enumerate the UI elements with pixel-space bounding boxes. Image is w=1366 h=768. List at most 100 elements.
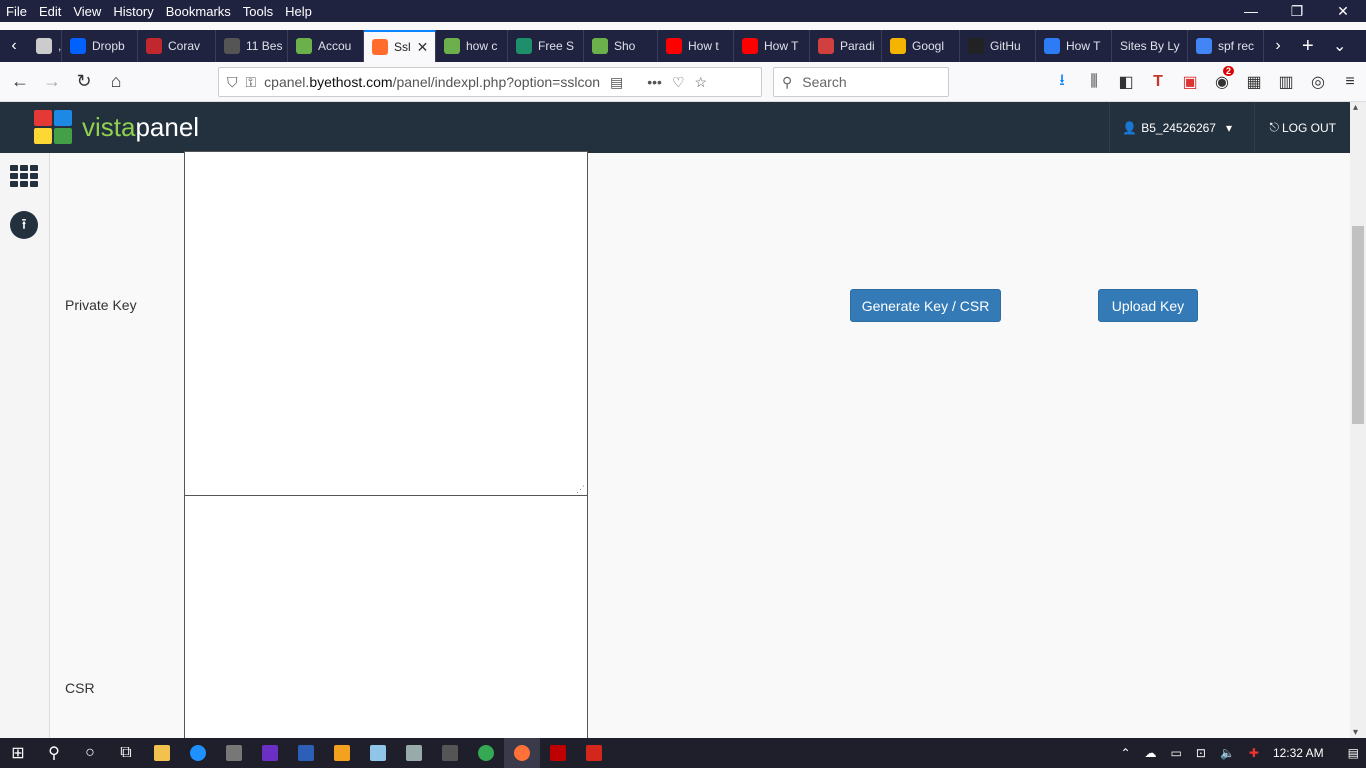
insecure-lock-icon[interactable]: ⚿ [246,74,257,91]
tab-close-icon[interactable]: ✕ [417,39,429,56]
sidebar-icon[interactable]: ◧ [1110,72,1142,92]
close-window-button[interactable]: ✕ [1320,0,1366,22]
battery-icon[interactable]: ▭ [1164,746,1189,760]
tab[interactable]: How T [1036,30,1112,62]
tab[interactable]: how c [436,30,508,62]
vistapanel-logo[interactable]: vistapanel [34,110,199,144]
library-icon[interactable]: ⫼ [1078,73,1110,91]
reload-icon[interactable]: ↻ [68,66,100,98]
account-icon[interactable]: ◎ [1302,72,1334,92]
menu-history[interactable]: History [107,4,159,19]
scrollbar-thumb[interactable] [1352,226,1364,424]
tray-app-icon[interactable]: ✚ [1242,746,1266,760]
private-key-textarea[interactable]: ⋰ [184,151,588,496]
tab[interactable]: GitHu [960,30,1036,62]
media-player-icon[interactable] [324,738,360,768]
upload-icon[interactable]: ⭱ [10,211,38,239]
file-explorer-icon[interactable] [144,738,180,768]
minimize-button[interactable]: — [1228,0,1274,22]
pocket-icon[interactable]: ♡ [672,74,685,91]
logo-text-panel: panel [135,111,200,142]
tab[interactable]: Accou [288,30,364,62]
chrome-icon[interactable] [468,738,504,768]
edge-icon[interactable] [180,738,216,768]
notifications-icon[interactable]: ▤ [1341,746,1366,760]
clock[interactable]: 12:32 AM [1266,746,1331,760]
scroll-up-icon[interactable]: ▴ [1353,102,1358,113]
search-icon: ⚲ [782,73,793,90]
tab-favicon-icon [592,38,608,54]
tab-favicon-icon [372,39,388,55]
apps-grid-icon[interactable] [10,165,38,187]
windows-start-icon[interactable]: ⊞ [0,738,36,768]
tab[interactable]: Free S [508,30,584,62]
tab[interactable]: spf rec [1188,30,1264,62]
menu-file[interactable]: File [0,4,33,19]
tab[interactable]: Sho [584,30,658,62]
menu-bookmarks[interactable]: Bookmarks [160,4,237,19]
page-scrollbar[interactable]: ▴ ▾ [1350,102,1366,738]
download-icon[interactable]: ⭳ [1046,69,1078,96]
extension-badge-icon[interactable]: ◉ 2 [1206,66,1238,92]
search-input[interactable]: ⚲ Search [773,67,949,97]
menu-view[interactable]: View [67,4,107,19]
menu-help[interactable]: Help [279,4,318,19]
home-icon[interactable]: ⌂ [100,66,132,98]
calculator-icon[interactable] [216,738,252,768]
notepad-icon[interactable] [360,738,396,768]
upload-key-button[interactable]: Upload Key [1098,289,1198,322]
search-taskbar-icon[interactable]: ⚲ [36,738,72,768]
tab[interactable]: Paradi [810,30,882,62]
acrobat-icon[interactable] [576,738,612,768]
extension-t-icon[interactable]: T [1142,73,1174,91]
tabs-scroll-left-icon[interactable]: ‹ [0,37,28,55]
tab-label: Dropb [92,39,125,53]
logout-button[interactable]: ⎋ LOG OUT [1254,102,1350,153]
tab[interactable]: How t [658,30,734,62]
barcode-icon[interactable]: ▥ [1270,72,1302,92]
tab[interactable]: Dropb [62,30,138,62]
extension-gray-icon[interactable]: ▦ [1238,72,1270,92]
task-view-icon[interactable]: ⧉ [108,738,144,768]
onedrive-icon[interactable]: ☁ [1138,746,1164,760]
bookmark-star-icon[interactable]: ☆ [695,74,708,91]
back-icon[interactable]: ← [4,66,36,98]
reader-view-icon[interactable]: ▤ [610,74,623,91]
nav-bar: ← → ↻ ⌂ ⛉ ⚿ cpanel. byethost.com/panel/in… [0,62,1366,102]
hamburger-menu-icon[interactable]: ≡ [1334,73,1366,91]
filezilla-icon[interactable] [540,738,576,768]
tab[interactable]: Sites By Ly [1112,30,1188,62]
user-menu[interactable]: 👤 B5_24526267 ▾ [1109,102,1242,153]
menu-tools[interactable]: Tools [237,4,279,19]
menu-edit[interactable]: Edit [33,4,67,19]
tabs-scroll-right-icon[interactable]: › [1264,37,1292,55]
volume-icon[interactable]: 🔈 [1213,746,1242,760]
page-actions-icon[interactable]: ••• [647,74,662,90]
url-bar[interactable]: ⛉ ⚿ cpanel. byethost.com/panel/indexpl.ph… [218,67,762,97]
scroll-down-icon[interactable]: ▾ [1353,727,1358,738]
tab[interactable]: Ssl ✕ [364,30,436,62]
app-eye-icon[interactable] [432,738,468,768]
new-tab-icon[interactable]: + [1302,35,1314,58]
tray-chevron-icon[interactable]: ⌃ [1113,746,1137,760]
resize-handle-icon[interactable]: ⋰ [576,484,585,495]
network-icon[interactable]: ⊡ [1189,746,1213,760]
tab[interactable]: How T [734,30,810,62]
restore-button[interactable]: ❐ [1274,0,1320,22]
tab[interactable]: 11 Bes [216,30,288,62]
paint-icon[interactable] [396,738,432,768]
tab[interactable]: Corav [138,30,216,62]
pocket-save-icon[interactable]: ▣ [1174,72,1206,92]
tab[interactable]: ,83 [28,30,62,62]
csr-textarea[interactable] [184,495,588,745]
shield-icon[interactable]: ⛉ [227,74,238,91]
word-icon[interactable] [288,738,324,768]
forward-icon[interactable]: → [36,66,68,98]
cortana-icon[interactable]: ○ [72,738,108,768]
app-purple-icon[interactable] [252,738,288,768]
generate-key-csr-button[interactable]: Generate Key / CSR [850,289,1001,322]
tab[interactable]: Googl [882,30,960,62]
tab-list-icon[interactable]: ⌄ [1326,36,1354,56]
logo-text-vista: vista [82,111,136,142]
firefox-icon[interactable] [504,738,540,768]
